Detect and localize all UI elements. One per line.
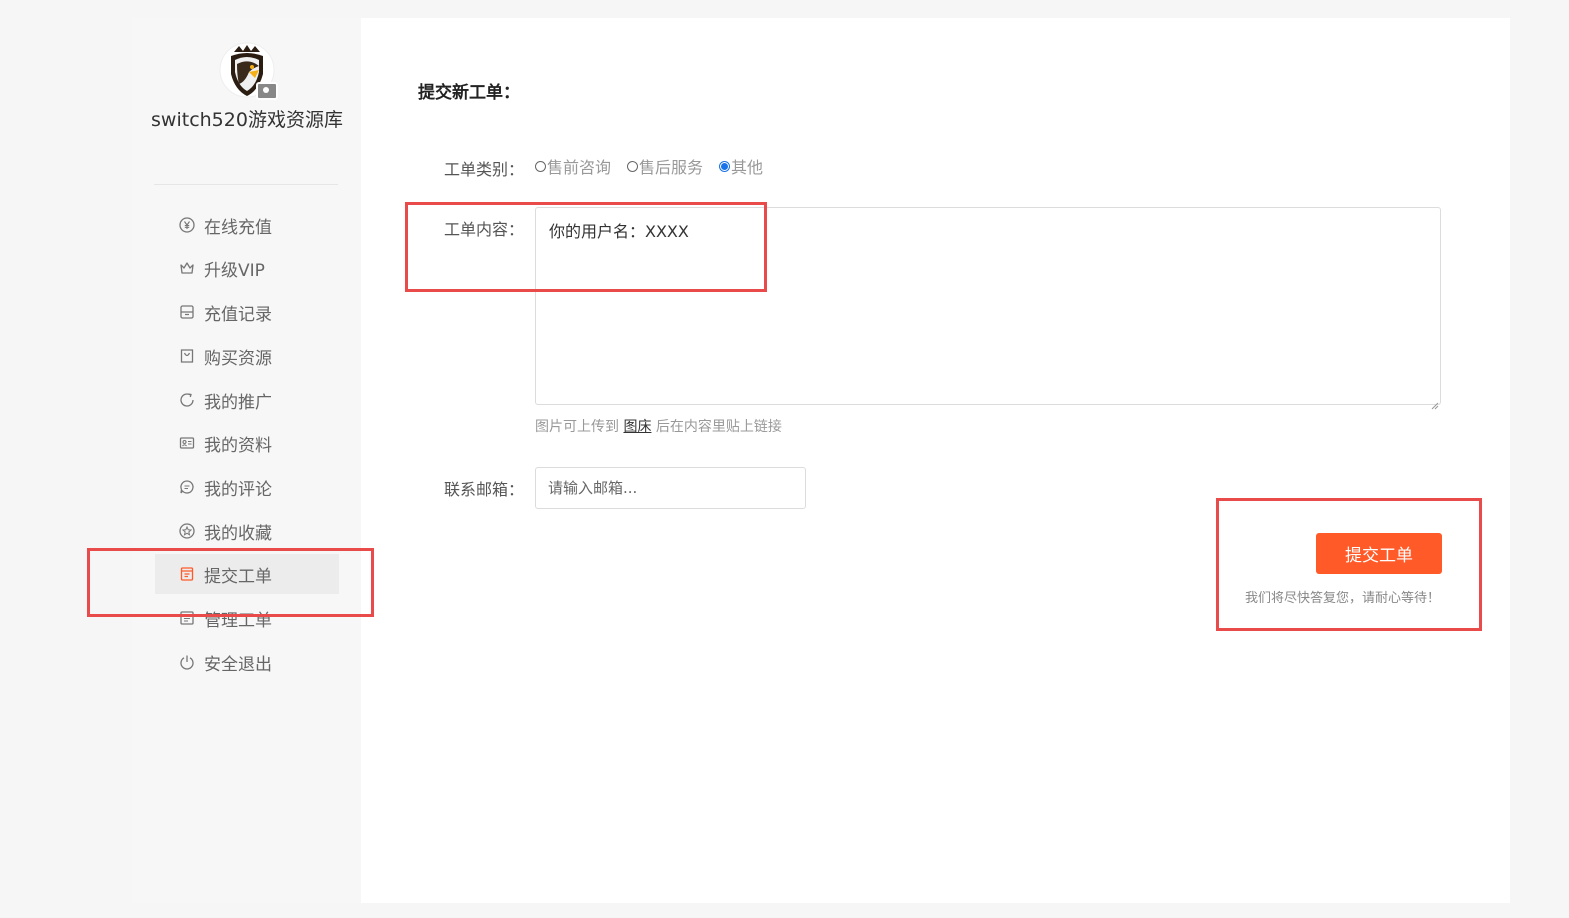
sidebar-item-comments[interactable]: 我的评论 — [155, 467, 339, 507]
sidebar-divider — [154, 184, 338, 185]
radio-label: 其他 — [731, 158, 764, 177]
form-title: 提交新工单： — [418, 83, 520, 103]
hint-suffix: 后在内容里贴上链接 — [655, 419, 782, 435]
sidebar-item-label: 安全退出 — [204, 654, 272, 675]
sidebar-item-manage-tickets[interactable]: 管理工单 — [155, 598, 339, 638]
email-field[interactable] — [535, 467, 806, 509]
sidebar-item-recharge-history[interactable]: 充值记录 — [155, 292, 339, 332]
sidebar-item-label: 充值记录 — [204, 304, 272, 325]
sidebar-item-upgrade-vip[interactable]: 升级VIP — [155, 248, 339, 288]
radio-button-checked[interactable] — [719, 160, 731, 172]
star-circle-icon — [179, 523, 195, 539]
id-card-icon — [179, 435, 195, 451]
submit-note: 我们将尽快答复您，请耐心等待！ — [1244, 591, 1440, 606]
sidebar-item-label: 我的收藏 — [204, 523, 272, 544]
radio-button[interactable] — [535, 160, 546, 172]
sidebar-item-label: 提交工单 — [204, 566, 272, 587]
comment-icon — [179, 479, 195, 495]
ticket-type-radio-group: 售前咨询 售后服务 其他 — [535, 154, 779, 178]
ticket-type-label: 工单类别： — [443, 160, 524, 179]
submit-ticket-button[interactable]: 提交工单 — [1316, 533, 1442, 574]
sidebar-item-label: 管理工单 — [204, 610, 272, 631]
hint-prefix: 图片可上传到 — [535, 419, 619, 435]
main-panel — [361, 18, 1510, 903]
radio-label: 售前咨询 — [547, 158, 612, 177]
sidebar-item-profile[interactable]: 我的资料 — [155, 423, 339, 463]
email-label: 联系邮箱： — [443, 480, 524, 499]
ticket-content-label: 工单内容： — [443, 220, 524, 239]
shopping-bag-icon — [179, 348, 195, 364]
yen-circle-icon — [179, 217, 195, 233]
site-name: switch520游戏资源库 — [151, 109, 343, 131]
radio-presale[interactable]: 售前咨询 — [535, 154, 611, 178]
ticket-icon — [179, 566, 195, 582]
sidebar-item-logout[interactable]: 安全退出 — [155, 642, 339, 682]
sidebar-item-promotion[interactable]: 我的推广 — [155, 380, 339, 420]
archive-icon — [179, 304, 195, 320]
sidebar-item-label: 我的推广 — [204, 392, 272, 413]
sidebar-item-favorites[interactable]: 我的收藏 — [155, 511, 339, 551]
image-host-link[interactable]: 图床 — [623, 419, 651, 435]
power-icon — [179, 654, 195, 670]
list-icon — [179, 610, 195, 626]
radio-aftersale[interactable]: 售后服务 — [627, 154, 703, 178]
sidebar-item-label: 购买资源 — [204, 348, 272, 369]
sidebar-item-submit-ticket[interactable]: 提交工单 — [155, 554, 339, 594]
radio-button[interactable] — [627, 160, 639, 172]
crown-icon — [179, 260, 195, 276]
sidebar-item-label: 升级VIP — [204, 260, 265, 281]
sidebar-item-recharge[interactable]: 在线充值 — [155, 205, 339, 245]
ticket-content-textarea[interactable]: 你的用户名：XXXX — [535, 207, 1441, 405]
radio-label: 售后服务 — [639, 158, 704, 177]
sidebar-item-purchases[interactable]: 购买资源 — [155, 336, 339, 376]
upload-hint: 图片可上传到 图床 后在内容里贴上链接 — [535, 416, 782, 436]
sidebar-item-label: 我的评论 — [204, 479, 272, 500]
sidebar-item-label: 我的资料 — [204, 435, 272, 456]
refresh-circle-icon — [179, 392, 195, 408]
resize-handle-icon[interactable] — [1430, 395, 1439, 410]
radio-other[interactable]: 其他 — [719, 154, 763, 178]
camera-icon[interactable] — [256, 82, 278, 100]
sidebar-item-label: 在线充值 — [204, 217, 272, 238]
